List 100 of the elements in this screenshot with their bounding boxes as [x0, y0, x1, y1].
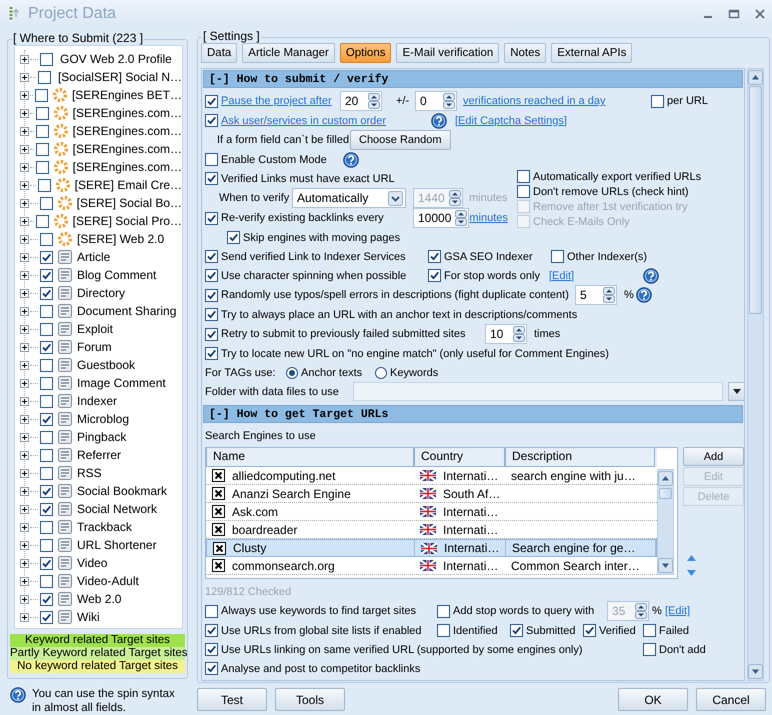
dropdown[interactable]: Automatically: [292, 188, 406, 208]
checkbox[interactable]: [205, 94, 218, 108]
link[interactable]: [Edit]: [549, 270, 574, 282]
dialog-button[interactable]: Test: [197, 688, 267, 711]
expand-icon[interactable]: [20, 342, 29, 352]
checkbox[interactable]: [40, 484, 53, 498]
checkbox[interactable]: [437, 624, 450, 637]
scroll-down-button[interactable]: [748, 664, 763, 679]
checkbox[interactable]: [40, 610, 53, 624]
number-spinner[interactable]: 10000: [413, 208, 470, 228]
checkbox[interactable]: [205, 347, 218, 360]
checkbox[interactable]: [40, 340, 53, 354]
checkbox[interactable]: [213, 542, 226, 554]
checkbox[interactable]: [40, 556, 53, 570]
checkbox[interactable]: [40, 520, 53, 534]
checkbox[interactable]: [40, 502, 53, 516]
checkbox[interactable]: [437, 604, 450, 618]
checkbox[interactable]: [36, 106, 49, 120]
expand-icon[interactable]: [20, 486, 29, 496]
checkbox[interactable]: [651, 94, 664, 108]
column-header[interactable]: Description: [505, 448, 655, 467]
checkbox[interactable]: [212, 523, 225, 536]
checkbox[interactable]: [205, 643, 218, 656]
checkbox[interactable]: [212, 559, 225, 572]
tree-item-label[interactable]: Web 2.0: [77, 592, 122, 606]
spin-arrows-icon[interactable]: [443, 93, 455, 109]
tree-item-label[interactable]: [SEREngines.com…: [72, 160, 182, 174]
link[interactable]: verifications reached in a day: [463, 95, 606, 107]
table-row[interactable]: alliedcomputing.net Internati… search engine with ju…: [206, 467, 657, 485]
expand-icon[interactable]: [20, 594, 29, 604]
tree-item-label[interactable]: Document Sharing: [77, 304, 176, 318]
tree-item-label[interactable]: Blog Comment: [77, 268, 156, 282]
checkbox[interactable]: [205, 308, 218, 321]
table-row[interactable]: Ananzi Search Engine South Af…: [206, 485, 657, 503]
checkbox[interactable]: [428, 250, 441, 263]
expand-icon[interactable]: [20, 162, 29, 172]
checkbox[interactable]: [40, 52, 53, 66]
tree-item-label[interactable]: Trackback: [77, 520, 132, 534]
checkbox[interactable]: [517, 170, 530, 183]
checkbox[interactable]: [40, 448, 53, 462]
dialog-button[interactable]: OK: [618, 688, 688, 711]
help-icon[interactable]: [431, 112, 447, 128]
help-icon[interactable]: [636, 287, 652, 303]
tree-item-label[interactable]: Directory: [77, 286, 126, 300]
number-spinner[interactable]: 10: [485, 324, 527, 344]
column-header[interactable]: Country: [414, 448, 505, 467]
checkbox[interactable]: [38, 178, 51, 192]
expand-icon[interactable]: [20, 396, 29, 406]
expand-icon[interactable]: [20, 90, 29, 100]
tree-item-label[interactable]: [SEREngines.com…: [72, 124, 182, 138]
checkbox[interactable]: [40, 394, 53, 408]
tree-item-label[interactable]: Article: [77, 250, 110, 264]
checkbox[interactable]: [643, 643, 656, 656]
expand-icon[interactable]: [20, 216, 29, 226]
section-header[interactable]: [-] How to submit / verify: [203, 70, 743, 88]
expand-icon[interactable]: [20, 288, 29, 298]
checkbox[interactable]: [40, 538, 53, 552]
column-header[interactable]: Name: [206, 448, 414, 467]
tree-item-label[interactable]: Forum: [77, 340, 112, 354]
spin-arrows-icon[interactable]: [513, 326, 525, 342]
checkbox[interactable]: [551, 250, 564, 263]
checkbox[interactable]: [40, 322, 53, 336]
tree-item-label[interactable]: [SocialSER] Social N…: [58, 70, 182, 84]
radio-button[interactable]: [286, 366, 298, 378]
expand-icon[interactable]: [20, 54, 29, 64]
checkbox[interactable]: [40, 376, 53, 390]
table-action-button[interactable]: Add: [683, 447, 744, 466]
tree-item-label[interactable]: Image Comment: [77, 376, 166, 390]
tree-item-label[interactable]: [SEREngines BET…: [72, 88, 182, 102]
checkbox[interactable]: [205, 212, 218, 224]
expand-icon[interactable]: [20, 378, 29, 388]
checkbox[interactable]: [38, 70, 51, 84]
link[interactable]: minutes: [469, 212, 508, 224]
tree-item-label[interactable]: Social Bookmark: [77, 484, 168, 498]
tree-item-label[interactable]: GOV Web 2.0 Profile: [60, 52, 172, 66]
expand-icon[interactable]: [20, 234, 29, 244]
checkbox[interactable]: [40, 358, 53, 372]
arrow-up-icon[interactable]: [687, 555, 696, 561]
checkbox[interactable]: [643, 624, 656, 637]
dialog-button[interactable]: Tools: [275, 688, 345, 711]
option-link[interactable]: Pause the project after: [221, 95, 332, 107]
expand-icon[interactable]: [20, 450, 29, 460]
expand-icon[interactable]: [20, 558, 29, 568]
expand-icon[interactable]: [20, 522, 29, 532]
expand-icon[interactable]: [20, 468, 29, 478]
table-row[interactable]: Ask.com Internati…: [206, 503, 657, 521]
expand-icon[interactable]: [20, 432, 29, 442]
checkbox[interactable]: [205, 269, 218, 282]
scroll-down-button[interactable]: [658, 558, 673, 573]
expand-icon[interactable]: [20, 612, 29, 622]
checkbox[interactable]: [583, 624, 596, 637]
tree-item-label[interactable]: URL Shortener: [77, 538, 157, 552]
checkbox[interactable]: [36, 160, 49, 174]
checkbox[interactable]: [227, 231, 240, 244]
folder-field[interactable]: [353, 382, 723, 401]
expand-icon[interactable]: [20, 540, 29, 550]
option-link[interactable]: Ask user/services in custom order: [221, 114, 386, 126]
tree-item-label[interactable]: [SEREngines.com…: [72, 106, 182, 120]
checkbox[interactable]: [40, 430, 53, 444]
scroll-up-button[interactable]: [658, 471, 673, 486]
